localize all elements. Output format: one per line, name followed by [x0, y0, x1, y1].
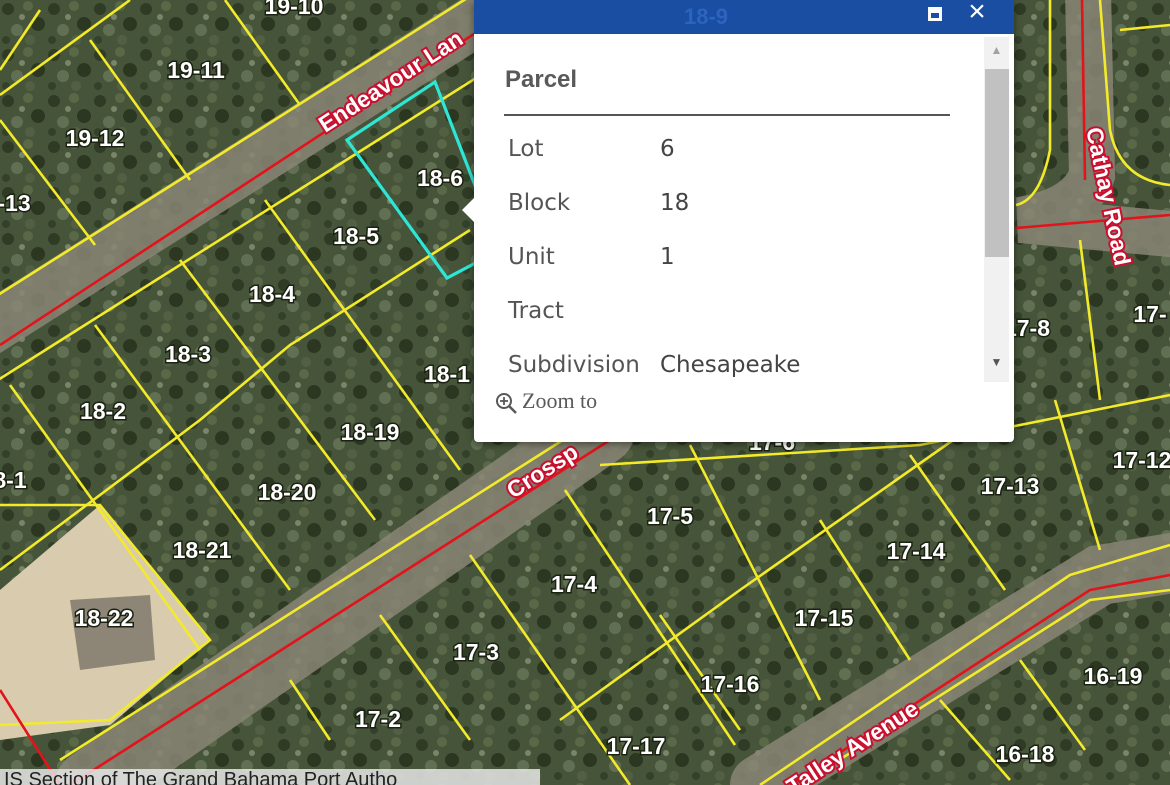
parcel-label: 17-15 — [795, 605, 854, 631]
field-value: Chesapeake — [660, 352, 801, 378]
parcel-label: 18-1 — [424, 361, 470, 387]
parcel-label: 18-4 — [249, 281, 295, 307]
parcel-label: 17-12 — [1113, 447, 1170, 473]
parcel-label: 17-17 — [607, 733, 666, 759]
maximize-button[interactable] — [920, 0, 950, 28]
parcel-label: 8-1 — [0, 467, 27, 493]
field-label: Lot — [508, 136, 544, 162]
zoom-in-icon — [496, 392, 517, 414]
popup-content[interactable]: Parcel Lot 6 Block 18 Unit 1 Tract Subdi… — [474, 34, 984, 382]
scrollbar-thumb[interactable] — [985, 69, 1009, 257]
map-attribution: IS Section of The Grand Bahama Port Auth… — [0, 769, 540, 785]
popup-header: 18-9 × — [474, 0, 1014, 34]
zoom-to-link[interactable]: Zoom to — [494, 388, 597, 415]
parcel-label: 18-6 — [417, 165, 463, 191]
close-icon: × — [968, 0, 986, 28]
close-button[interactable]: × — [962, 0, 992, 28]
parcel-label: 18-21 — [173, 537, 232, 563]
parcel-label: 18-2 — [80, 398, 126, 424]
field-value: 18 — [660, 190, 690, 216]
parcel-label: 17-2 — [355, 706, 401, 732]
popup-pointer — [462, 198, 474, 222]
field-value: 1 — [660, 244, 675, 270]
parcel-label: 19-10 — [265, 0, 324, 19]
parcel-label: 18-3 — [165, 341, 211, 367]
field-value: 6 — [660, 136, 675, 162]
popup-header-ghost-label: 18-9 — [684, 4, 729, 29]
parcel-label: -13 — [0, 190, 31, 216]
popup-title: Parcel — [505, 66, 578, 93]
maximize-icon — [928, 7, 942, 21]
parcel-label: 16-18 — [996, 741, 1055, 767]
parcel-label: 17- — [1133, 301, 1166, 327]
parcel-label: 17-16 — [701, 671, 760, 697]
zoom-to-label: Zoom to — [522, 388, 598, 413]
field-label: Tract — [508, 298, 564, 324]
popup-scrollbar[interactable]: ▲ ▼ — [984, 37, 1009, 382]
field-label: Block — [508, 190, 571, 216]
popup-divider — [504, 114, 950, 116]
parcel-label: 17-4 — [551, 571, 597, 597]
parcel-label: 16-19 — [1084, 663, 1143, 689]
scroll-up-arrow-icon[interactable]: ▲ — [984, 43, 1009, 57]
scroll-down-arrow-icon[interactable]: ▼ — [984, 355, 1009, 369]
parcel-label: 18-22 — [75, 605, 134, 631]
parcel-label: 18-19 — [341, 419, 400, 445]
parcel-label: 17-5 — [647, 503, 693, 529]
field-label: Subdivision — [508, 352, 640, 378]
parcel-label: 19-12 — [66, 125, 125, 151]
parcel-popup: 18-9 × Parcel Lot 6 Block 18 Unit 1 Trac… — [462, 0, 1014, 442]
field-label: Unit — [508, 244, 555, 270]
parcel-label: 19-11 — [167, 57, 225, 83]
parcel-label: 18-5 — [333, 223, 379, 249]
parcel-label: 17-3 — [453, 639, 499, 665]
parcel-label: 17-13 — [981, 473, 1040, 499]
parcel-label: 18-20 — [258, 479, 317, 505]
parcel-label: 17-14 — [887, 538, 946, 564]
